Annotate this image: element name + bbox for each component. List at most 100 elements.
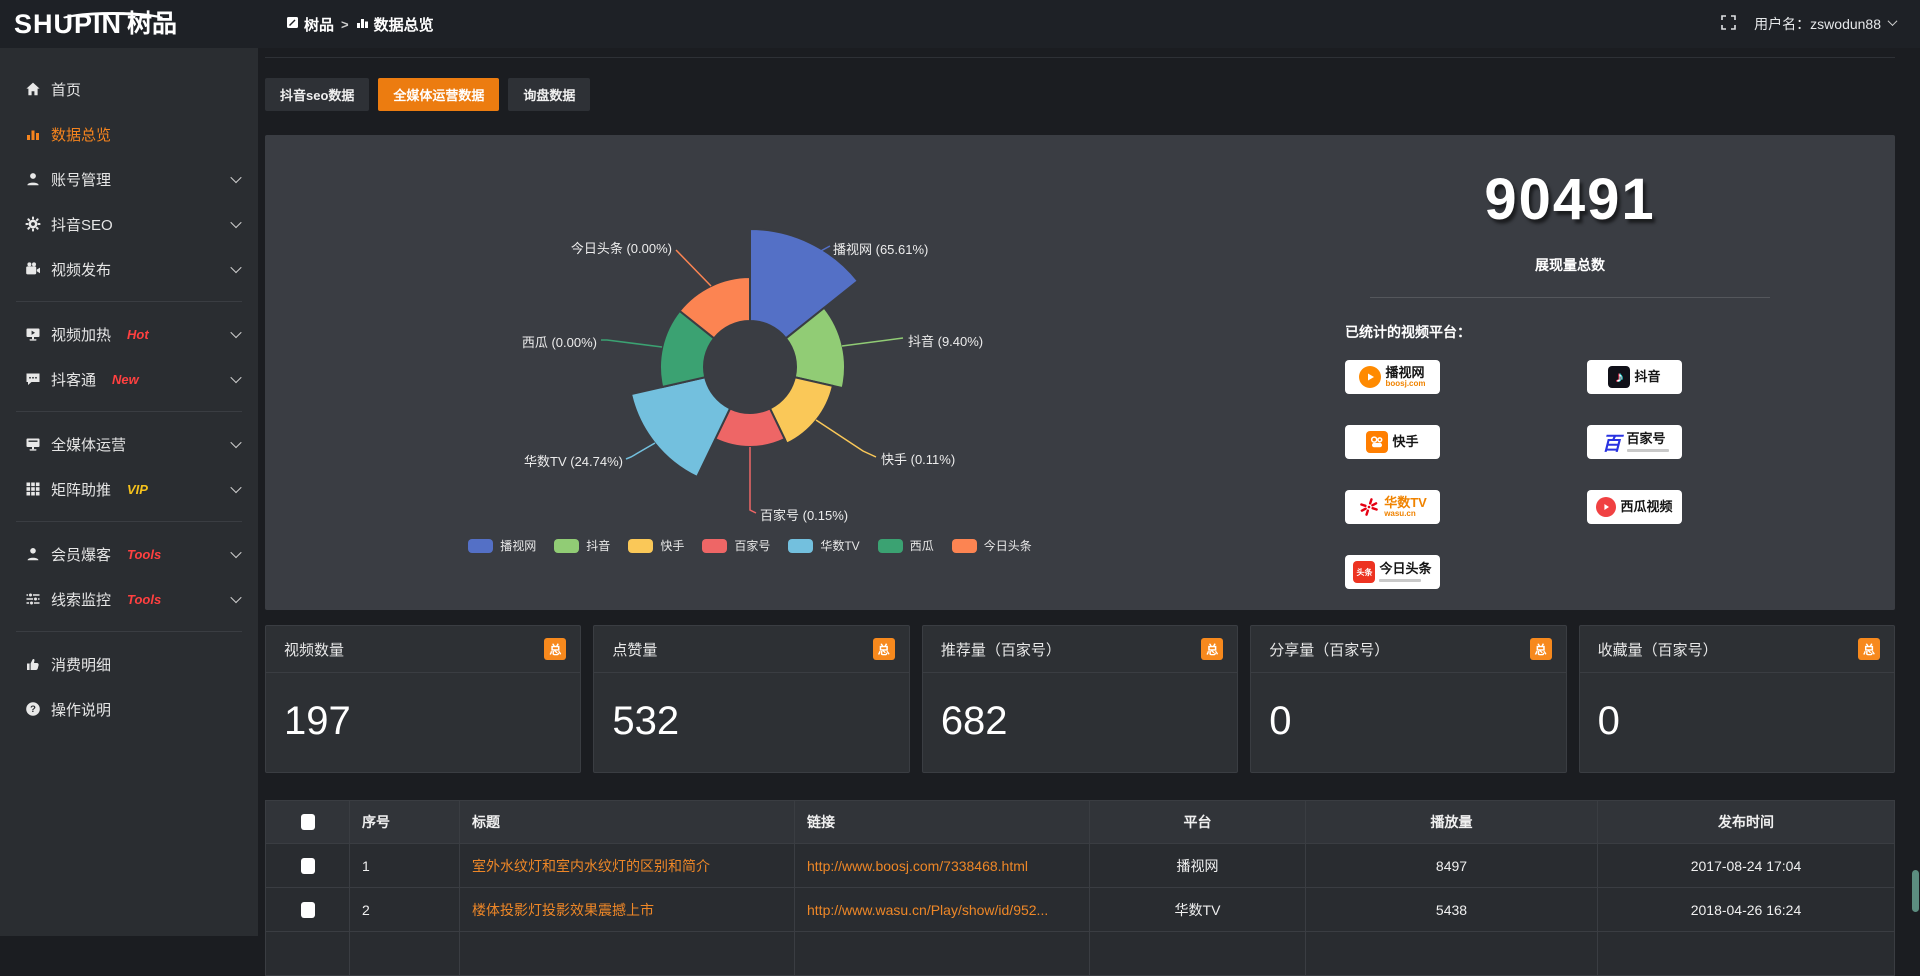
sidebar-item-视频发布[interactable]: 视频发布: [0, 249, 258, 289]
breadcrumb-current[interactable]: 数据总览: [356, 14, 434, 35]
legend-chip: [788, 539, 813, 553]
column-header: 标题: [472, 812, 500, 832]
legend-item-西瓜[interactable]: 西瓜: [878, 537, 934, 554]
column-header: 发布时间: [1718, 812, 1774, 832]
cell-url-link[interactable]: http://www.boosj.com/7338468.html: [807, 858, 1028, 874]
tab-抖音seo数据[interactable]: 抖音seo数据: [265, 78, 369, 111]
chevron-down-icon: [1888, 16, 1898, 26]
sidebar-item-首页[interactable]: 首页: [0, 69, 258, 109]
chevron-down-icon: [230, 437, 241, 448]
sidebar-item-会员爆客[interactable]: 会员爆客 Tools: [0, 534, 258, 574]
platform-badge-今日头条: 头条今日头条: [1345, 555, 1440, 589]
chart-legend: 播视网 抖音 快手 百家号 华数TV 西瓜 今日头条: [320, 537, 1180, 554]
column-header: 平台: [1184, 812, 1212, 832]
douyin-logo-icon: ♪: [1608, 366, 1630, 388]
stat-card-label: 视频数量: [284, 639, 344, 660]
legend-chip: [628, 539, 653, 553]
platform-badge-华数TV: 华数TVwasu.cn: [1345, 490, 1440, 524]
pie-label-line-华数TV: [626, 443, 655, 459]
legend-item-播视网[interactable]: 播视网: [468, 537, 536, 554]
cell-title-link[interactable]: 室外水纹灯和室内水纹灯的区别和简介: [472, 856, 710, 876]
legend-item-抖音[interactable]: 抖音: [554, 537, 610, 554]
platform-subtext: boosj.com: [1385, 380, 1425, 388]
platform-subtext-bar: [1379, 579, 1421, 582]
sidebar-item-矩阵助推[interactable]: 矩阵助推VIP: [0, 469, 258, 509]
fullscreen-icon[interactable]: [1721, 15, 1736, 33]
header-divider: [265, 57, 1895, 58]
sidebar-item-tag: Hot: [127, 327, 149, 342]
cell-title-link[interactable]: 楼体投影灯投影效果震撼上市: [472, 900, 654, 920]
sidebar-item-视频加热[interactable]: 视频加热 Hot: [0, 314, 258, 354]
username-label: 用户名：: [1754, 14, 1810, 34]
user-menu[interactable]: 用户名： zswodun88: [1754, 14, 1896, 34]
stat-card-header: 分享量（百家号） 总: [1251, 626, 1565, 673]
legend-label: 西瓜: [910, 537, 934, 554]
sidebar-item-label: 线索监控: [51, 589, 111, 610]
sidebar-item-抖音SEO[interactable]: 抖音SEO: [0, 204, 258, 244]
legend-chip: [878, 539, 903, 553]
scrollbar-thumb[interactable]: [1912, 870, 1919, 912]
row-checkbox[interactable]: [301, 902, 315, 918]
stat-card-收藏量（百家号）: 收藏量（百家号） 总 0: [1579, 625, 1895, 773]
platforms-title: 已统计的视频平台：: [1345, 322, 1855, 342]
sidebar-item-抖客通[interactable]: 抖客通New: [0, 359, 258, 399]
column-header: 链接: [807, 812, 835, 832]
sidebar-item-label: 账号管理: [51, 169, 111, 190]
sidebar-item-全媒体运营[interactable]: 全媒体运营: [0, 424, 258, 464]
breadcrumb-home[interactable]: 树品: [286, 14, 334, 35]
breadcrumb-separator: >: [341, 17, 349, 32]
legend-label: 今日头条: [984, 537, 1032, 554]
stat-card-header: 收藏量（百家号） 总: [1580, 626, 1894, 673]
legend-chip: [468, 539, 493, 553]
pie-label-line-今日头条: [676, 250, 711, 286]
sidebar-item-tag: VIP: [127, 482, 148, 497]
page-scrollbar[interactable]: [1910, 48, 1920, 936]
sliders-icon: [24, 591, 41, 608]
summary-divider: [1370, 297, 1770, 298]
pie-label-line-抖音: [842, 338, 903, 346]
chart-icon: [24, 126, 41, 143]
legend-item-华数TV[interactable]: 华数TV: [788, 537, 859, 554]
platform-badge-西瓜视频: 西瓜视频: [1587, 490, 1682, 524]
cell-no: 1: [362, 858, 370, 874]
sidebar-item-线索监控[interactable]: 线索监控Tools: [0, 579, 258, 619]
stat-card-label: 分享量（百家号）: [1269, 639, 1389, 660]
sidebar-item-label: 操作说明: [51, 699, 111, 720]
sidebar-item-tag: Tools: [127, 547, 161, 562]
total-badge: 总: [544, 638, 566, 660]
select-all-checkbox[interactable]: [301, 814, 315, 830]
tab-全媒体运营数据[interactable]: 全媒体运营数据: [378, 78, 499, 111]
sidebar-item-操作说明[interactable]: ?操作说明: [0, 689, 258, 729]
platform-name: 抖音: [1634, 370, 1660, 384]
column-header: 播放量: [1431, 812, 1473, 832]
sidebar-item-label: 视频加热: [51, 324, 111, 345]
sidebar-item-消费明细[interactable]: 消费明细: [0, 644, 258, 684]
legend-item-今日头条[interactable]: 今日头条: [952, 537, 1032, 554]
boosj-logo-icon: [1359, 366, 1381, 388]
stat-card-label: 推荐量（百家号）: [941, 639, 1061, 660]
pie-label-快手: 快手 (0.11%): [881, 449, 955, 468]
stat-card-点赞量: 点赞量 总 532: [593, 625, 909, 773]
chevron-down-icon: [230, 482, 241, 493]
sidebar-divider: [16, 301, 242, 302]
logo-arc: [58, 12, 168, 29]
chevron-down-icon: [230, 262, 241, 273]
sidebar-item-label: 数据总览: [51, 124, 111, 145]
legend-item-百家号[interactable]: 百家号: [702, 537, 770, 554]
breadcrumb: 树品 > 数据总览: [286, 14, 434, 35]
stat-card-label: 收藏量（百家号）: [1598, 639, 1718, 660]
cell-url-link[interactable]: http://www.wasu.cn/Play/show/id/952...: [807, 902, 1048, 918]
pie-slice-华数TV[interactable]: [631, 377, 730, 477]
sidebar-item-数据总览[interactable]: 数据总览: [0, 114, 258, 154]
pie-chart: 播视网 (65.61%)抖音 (9.40%)快手 (0.11%)百家号 (0.1…: [265, 135, 1080, 575]
legend-item-快手[interactable]: 快手: [628, 537, 684, 554]
sidebar-item-账号管理[interactable]: 账号管理: [0, 159, 258, 199]
chevron-down-icon: [230, 327, 241, 338]
tab-询盘数据[interactable]: 询盘数据: [508, 78, 590, 111]
sidebar-divider: [16, 521, 242, 522]
sidebar-item-label: 抖客通: [51, 369, 96, 390]
edit-square-icon: [286, 16, 299, 33]
row-checkbox[interactable]: [301, 858, 315, 874]
grid-icon: [24, 481, 41, 498]
sidebar-item-label: 会员爆客: [51, 544, 111, 565]
